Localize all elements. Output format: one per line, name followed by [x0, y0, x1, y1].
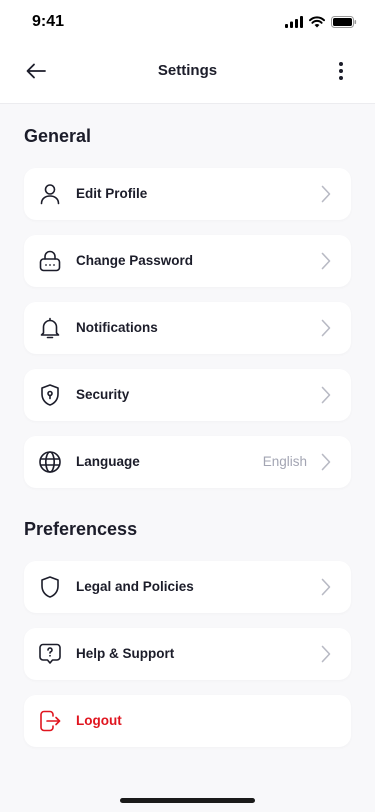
- chevron-right-icon: [319, 643, 333, 665]
- settings-item-label: Logout: [76, 713, 122, 728]
- more-options-button[interactable]: [331, 59, 351, 87]
- chevron-right-icon: [319, 384, 333, 406]
- section-heading-preferences: Preferencess: [24, 519, 138, 539]
- help-chat-icon: [37, 641, 63, 667]
- chevron-right-icon: [319, 317, 333, 339]
- home-indicator[interactable]: [120, 798, 255, 803]
- status-bar: 9:41: [0, 0, 375, 44]
- settings-item-label: Help & Support: [76, 646, 175, 661]
- chevron-right-icon: [319, 576, 333, 598]
- bell-icon: [37, 315, 63, 341]
- page-title: Settings: [157, 62, 218, 79]
- logout-icon: [37, 708, 63, 734]
- settings-item-language[interactable]: Language English: [24, 436, 351, 488]
- settings-item-help-support[interactable]: Help & Support: [24, 628, 351, 680]
- battery-icon: [331, 15, 357, 33]
- lock-icon: [37, 248, 63, 274]
- settings-item-label: Legal and Policies: [76, 579, 194, 594]
- settings-item-change-password[interactable]: Change Password: [24, 235, 351, 287]
- language-value: English: [262, 454, 307, 469]
- settings-item-label: Edit Profile: [76, 186, 148, 201]
- shield-icon: [37, 574, 63, 600]
- more-vertical-icon: [338, 61, 344, 86]
- shield-lock-icon: [37, 382, 63, 408]
- settings-item-legal-policies[interactable]: Legal and Policies: [24, 561, 351, 613]
- settings-item-label: Notifications: [76, 320, 158, 335]
- settings-item-notifications[interactable]: Notifications: [24, 302, 351, 354]
- settings-item-edit-profile[interactable]: Edit Profile: [24, 168, 351, 220]
- settings-item-label: Language: [76, 454, 140, 469]
- chevron-right-icon: [319, 183, 333, 205]
- app-header: Settings: [0, 44, 375, 104]
- globe-icon: [37, 449, 63, 475]
- status-time: 9:41: [32, 13, 65, 30]
- settings-item-label: Change Password: [76, 253, 194, 268]
- user-icon: [37, 181, 63, 207]
- chevron-right-icon: [319, 250, 333, 272]
- section-heading-general: General: [24, 126, 92, 146]
- cellular-signal-icon: [285, 15, 303, 33]
- chevron-right-icon: [319, 451, 333, 473]
- settings-item-label: Security: [76, 387, 130, 402]
- wifi-icon: [309, 15, 325, 33]
- settings-item-security[interactable]: Security: [24, 369, 351, 421]
- status-icons: [285, 15, 357, 33]
- logout-button[interactable]: Logout: [24, 695, 351, 747]
